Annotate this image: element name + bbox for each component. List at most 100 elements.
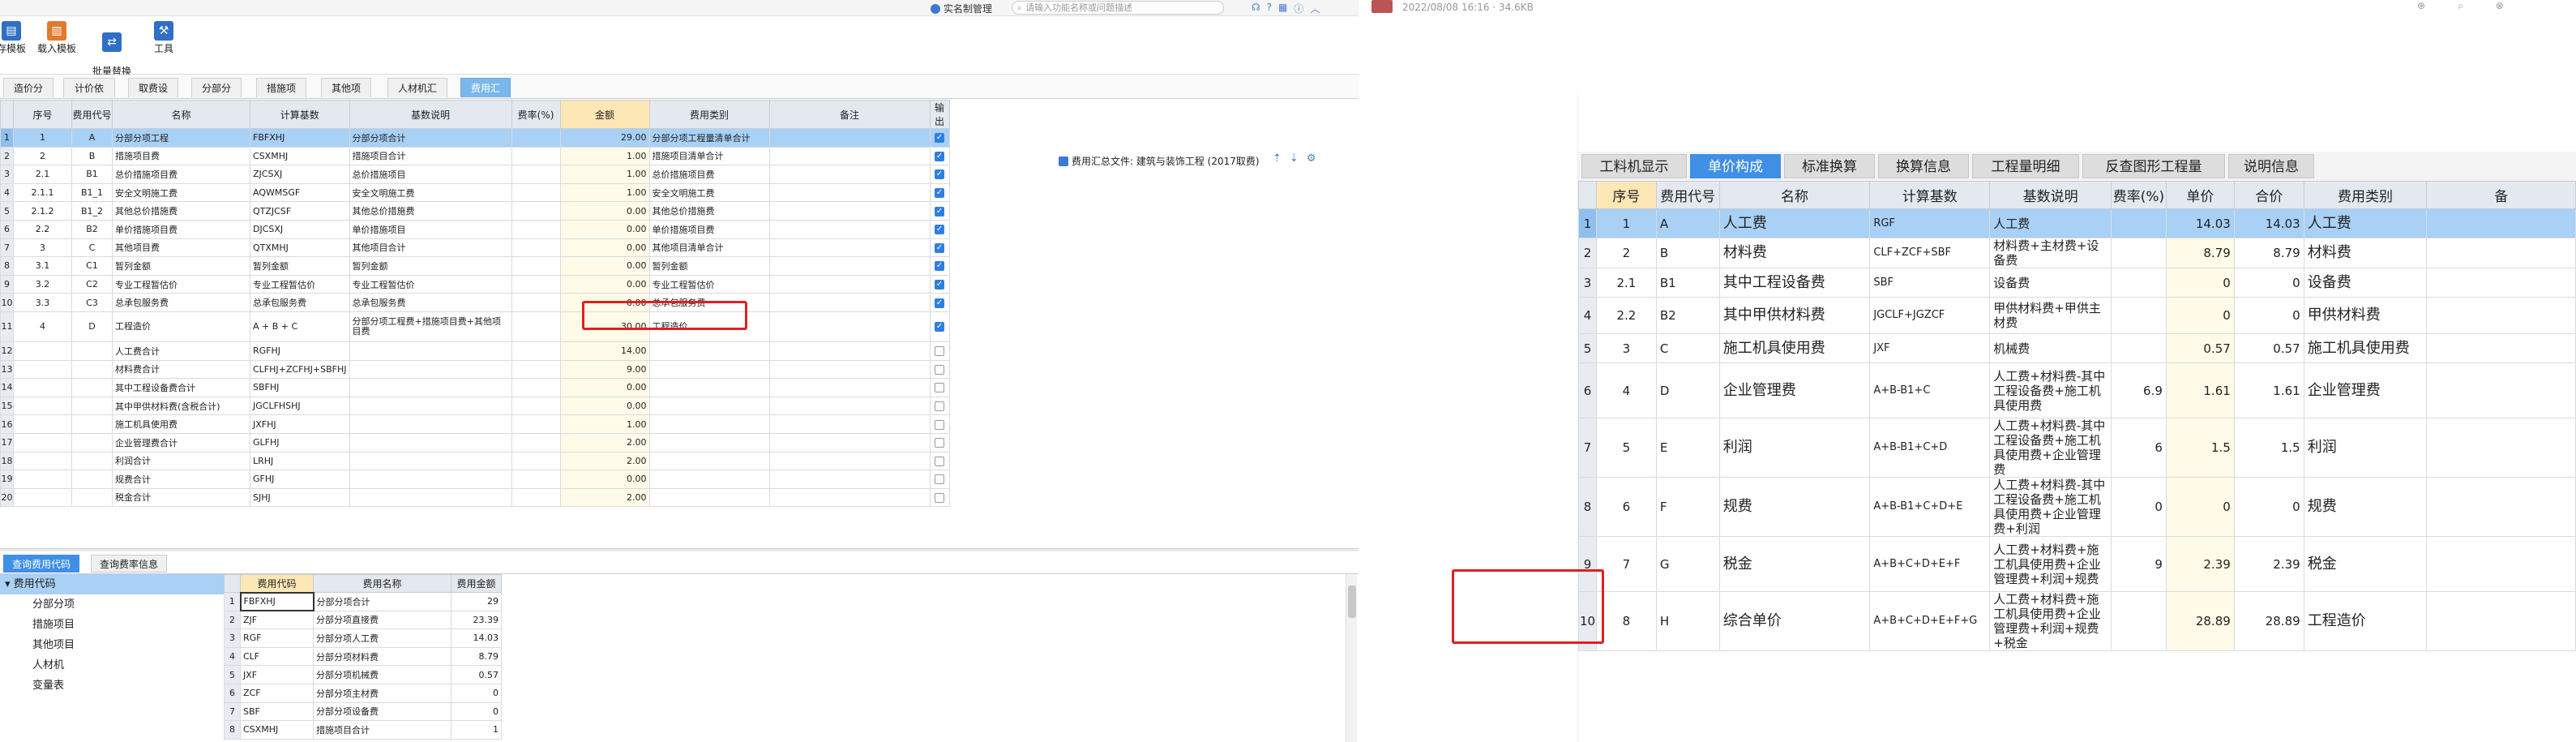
cell-code[interactable]: C	[1655, 333, 1720, 363]
cell-note[interactable]	[768, 201, 931, 221]
cell-note[interactable]	[768, 396, 931, 416]
cell-name[interactable]: 暂列金额	[112, 256, 250, 276]
cell-base[interactable]: FBFXHJ	[250, 128, 350, 148]
cell-name[interactable]: 税金	[1718, 536, 1871, 592]
cell-desc[interactable]	[349, 396, 512, 416]
cell-base[interactable]: GLFHJ	[250, 432, 350, 452]
table-row[interactable]: 10 8 H 综合单价 A+B+C+D+E+F+G 人工费+材料费+施工机具使用费+企业管…	[1578, 591, 2576, 651]
function-search-input[interactable]: ⌕ 请输入功能名称或问题描述	[1012, 1, 1224, 15]
cell-rate[interactable]	[511, 182, 561, 203]
cell-total[interactable]: 14.03	[2233, 208, 2304, 238]
cell-amount[interactable]: 0.00	[559, 470, 650, 489]
cell-no[interactable]	[13, 432, 72, 452]
cell-note[interactable]	[768, 487, 931, 508]
cell-output[interactable]	[929, 359, 950, 380]
cell-note[interactable]	[768, 311, 931, 342]
cell-desc[interactable]: 设备费	[1989, 268, 2112, 298]
cell-rate[interactable]	[511, 219, 561, 239]
cell-base[interactable]: QTZJCSF	[250, 201, 350, 221]
cell-name[interactable]: 措施项目费	[112, 146, 250, 166]
cell-rate[interactable]	[2110, 591, 2167, 651]
cell-no[interactable]: 2.1.1	[13, 182, 72, 203]
cell-total[interactable]: 0.57	[2233, 333, 2304, 363]
cell-code[interactable]: H	[1655, 591, 1720, 651]
cell-name[interactable]: 其中甲供材料费	[1718, 297, 1871, 334]
cell-output[interactable]	[929, 451, 950, 471]
cell-no[interactable]: 1	[13, 128, 72, 148]
cell-code[interactable]: C3	[71, 293, 113, 312]
cell-rate[interactable]: 0	[2110, 477, 2167, 537]
cell-amount[interactable]: 9.00	[559, 359, 650, 380]
arrow-down-icon[interactable]: ⇣	[1290, 152, 1299, 165]
cell-category[interactable]: 材料费	[2303, 238, 2428, 268]
cell-desc[interactable]	[349, 470, 512, 489]
cell-code[interactable]: A	[71, 128, 113, 148]
cell-note[interactable]	[2426, 591, 2576, 651]
table-row[interactable]: 14 其中工程设备费合计 SBFHJ 0.00	[0, 378, 950, 397]
cell-name[interactable]: 工程造价	[112, 311, 250, 342]
cell-rate[interactable]	[511, 378, 561, 397]
table-row[interactable]: 5 JXF 分部分项机械费 0.57	[224, 665, 502, 684]
cell-name[interactable]: 分部分项主材费	[313, 683, 451, 703]
cell-amount[interactable]: 2.00	[559, 432, 650, 452]
cell-no[interactable]	[13, 378, 72, 397]
cell-category[interactable]: 甲供材料费	[2303, 297, 2428, 334]
cell-code[interactable]: ZCF	[240, 683, 314, 703]
cell-note[interactable]	[768, 146, 931, 166]
cell-rate[interactable]	[511, 128, 561, 148]
cell-name[interactable]: 分部分项机械费	[313, 665, 451, 684]
cell-note[interactable]	[768, 128, 931, 148]
cell-name[interactable]: 分部分项直接费	[313, 610, 451, 630]
output-checkbox[interactable]: ✓	[935, 242, 945, 253]
cell-total[interactable]: 2.39	[2233, 536, 2304, 592]
expand-icon[interactable]: ▾	[5, 578, 14, 590]
cell-rate[interactable]	[2110, 297, 2167, 334]
table-row[interactable]: 8 6 F 规费 A+B-B1+C+D+E 人工费+材料费-其中工程设备费+施工机具使用费…	[1578, 477, 2576, 537]
cell-amount[interactable]: 23.39	[451, 610, 502, 630]
cell-total[interactable]: 1.61	[2233, 362, 2304, 418]
cell-no[interactable]: 1	[1595, 208, 1657, 238]
cell-desc[interactable]: 暂列金额	[349, 256, 512, 276]
cell-amount[interactable]: 29.00	[559, 128, 650, 148]
cell-output[interactable]: ✓	[929, 311, 950, 342]
cell-category[interactable]: 利润	[2303, 418, 2428, 478]
cell-total[interactable]: 0	[2233, 297, 2304, 334]
cell-desc[interactable]: 人工费+材料费-其中工程设备费+施工机具使用费+企业管理费	[1989, 418, 2112, 478]
cell-amount[interactable]: 2.00	[559, 487, 650, 508]
save-template-button[interactable]: ▤ 存模板	[0, 21, 28, 54]
cell-category[interactable]	[648, 341, 770, 361]
cell-no[interactable]: 5	[1595, 418, 1657, 478]
cell-base[interactable]: A+B+C+D+E+F	[1869, 536, 1991, 592]
table-row[interactable]: 1 1 A 分部分项工程 FBFXHJ 分部分项合计 29.00 分部分项工程量清单合计 ✓	[0, 128, 950, 148]
cell-code[interactable]	[71, 341, 113, 361]
cell-note[interactable]	[768, 451, 931, 471]
cell-category[interactable]: 其他项目清单合计	[648, 238, 770, 258]
cell-note[interactable]	[768, 470, 931, 489]
table-row[interactable]: 20 税金合计 SJHJ 2.00	[0, 487, 950, 508]
cell-desc[interactable]	[349, 451, 512, 471]
output-checkbox[interactable]	[935, 383, 945, 393]
cell-desc[interactable]	[349, 378, 512, 397]
cell-desc[interactable]	[349, 487, 512, 508]
cell-name[interactable]: 安全文明施工费	[112, 182, 250, 203]
cell-base[interactable]: 暂列金额	[250, 256, 350, 276]
cell-base[interactable]: SBF	[1869, 268, 1991, 298]
cell-no[interactable]: 4	[1595, 362, 1657, 418]
tab-labor-material-display[interactable]: 工料机显示	[1581, 154, 1687, 178]
table-row[interactable]: 4 CLF 分部分项材料费 8.79	[224, 646, 502, 667]
cell-desc[interactable]: 安全文明施工费	[349, 182, 512, 203]
cell-code[interactable]: F	[1655, 477, 1720, 537]
output-checkbox[interactable]: ✓	[935, 151, 945, 161]
cell-note[interactable]	[768, 238, 931, 258]
table-row[interactable]: 11 4 D 工程造价 A + B + C 分部分项工程费+措施项目费+其他项目费 30.0…	[0, 311, 950, 342]
cell-code[interactable]: CLF	[240, 646, 314, 667]
cell-desc[interactable]	[349, 359, 512, 380]
tab-fee-settings[interactable]: 取费设置	[128, 78, 178, 114]
cell-name[interactable]: 其中工程设备费合计	[112, 378, 250, 397]
cell-code[interactable]: FBFXHJ	[239, 591, 315, 612]
cell-base[interactable]: GFHJ	[250, 470, 350, 489]
cell-rate[interactable]	[511, 311, 561, 342]
cell-no[interactable]: 2	[13, 146, 72, 166]
table-row[interactable]: 18 利润合计 LRHJ 2.00	[0, 451, 950, 471]
cell-name[interactable]: 人工费	[1718, 208, 1871, 238]
